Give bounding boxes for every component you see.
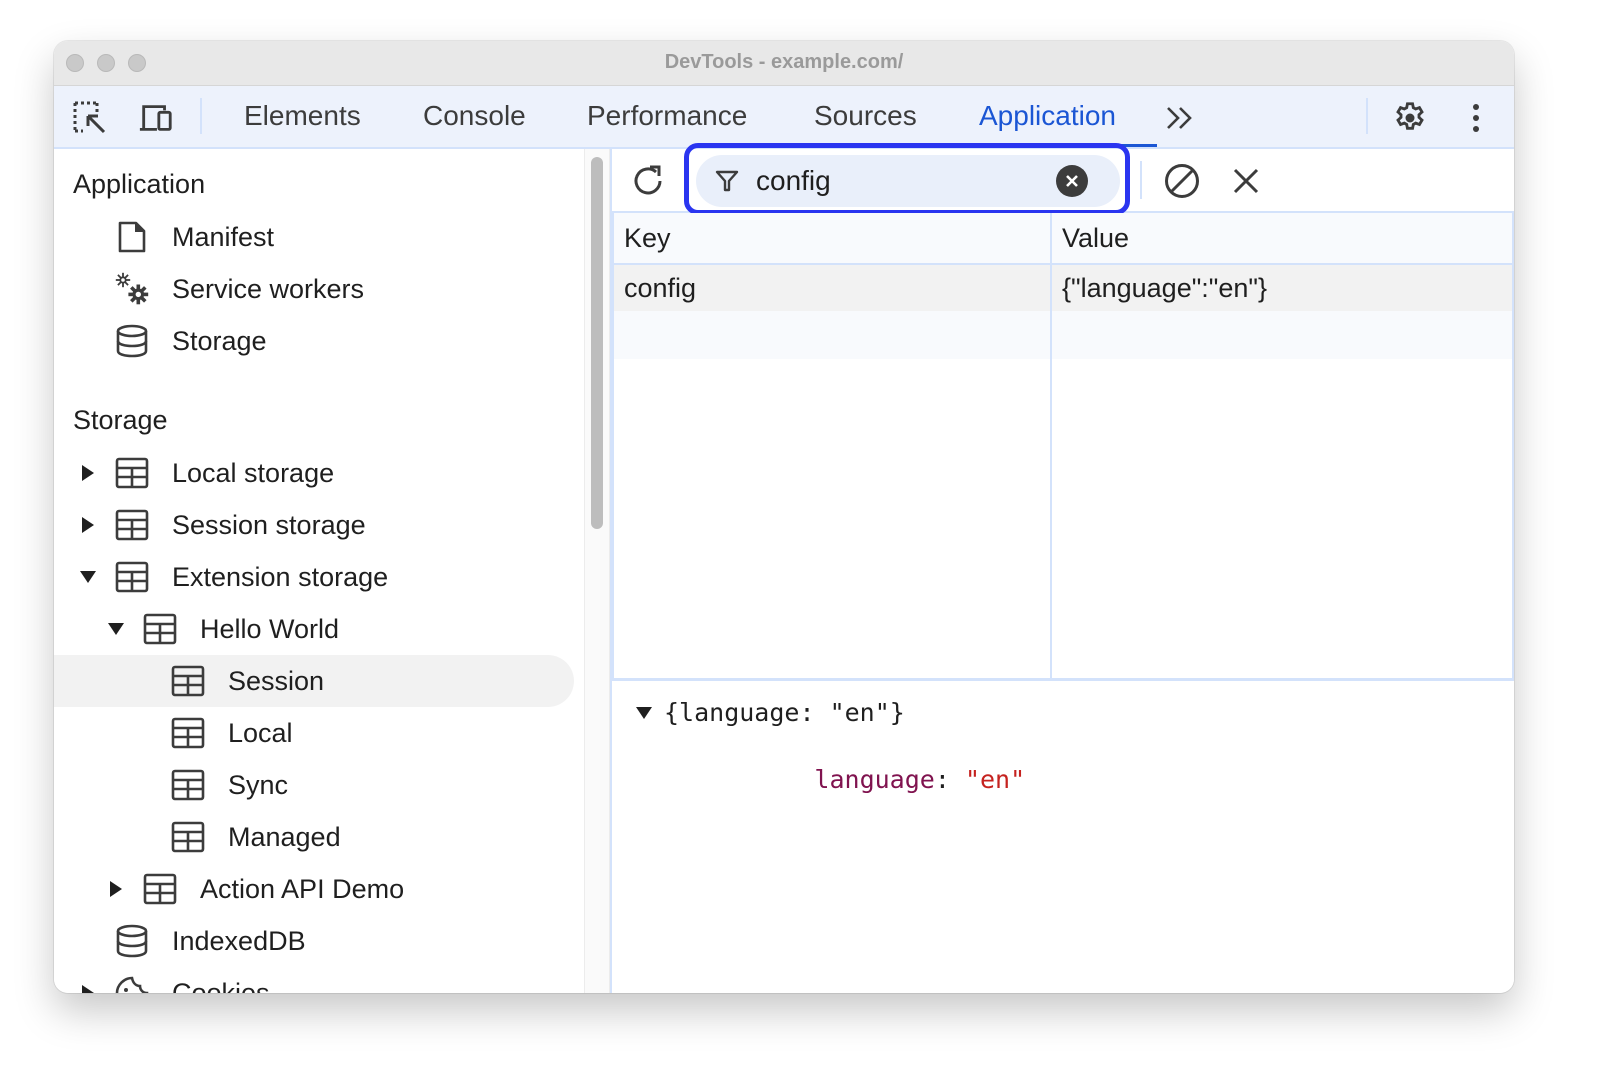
property-value: "en" bbox=[964, 765, 1026, 794]
expanded-triangle-icon[interactable] bbox=[79, 568, 97, 586]
collapsed-triangle-icon[interactable] bbox=[79, 464, 97, 482]
sidebar-item-service-workers[interactable]: Service workers bbox=[54, 263, 574, 315]
table-icon bbox=[170, 715, 206, 751]
sidebar-item-local[interactable]: Local bbox=[54, 707, 574, 759]
storage-view: Key Value config {"language":"en"} {lang… bbox=[610, 143, 1514, 993]
close-icon[interactable] bbox=[1226, 161, 1266, 201]
preview-summary: {language: "en"} bbox=[664, 698, 905, 727]
filter-input[interactable] bbox=[756, 163, 1056, 199]
kebab-menu-icon[interactable] bbox=[1458, 100, 1494, 136]
select-element-icon[interactable] bbox=[72, 100, 108, 136]
sidebar-item-label: Local storage bbox=[172, 457, 335, 488]
table-icon bbox=[142, 871, 178, 907]
sidebar-item-label: Manifest bbox=[172, 221, 275, 252]
sidebar-item-indexeddb[interactable]: IndexedDB bbox=[54, 915, 574, 967]
sidebar-item-action-api-demo[interactable]: Action API Demo bbox=[54, 863, 574, 915]
sidebar-item-label: Service workers bbox=[172, 273, 365, 304]
sidebar-heading-application: Application bbox=[73, 169, 206, 199]
value-preview: {language: "en"} language: "en" bbox=[612, 684, 1514, 993]
sidebar-item-label: Session bbox=[228, 665, 325, 696]
sidebar-item-session[interactable]: Session bbox=[54, 655, 574, 707]
tab-application[interactable]: Application bbox=[979, 100, 1116, 132]
expand-triangle-icon[interactable] bbox=[634, 705, 654, 721]
collapsed-triangle-icon[interactable] bbox=[79, 516, 97, 534]
sidebar-scrollbar[interactable] bbox=[584, 149, 610, 993]
sidebar-item-label: Local bbox=[228, 717, 293, 748]
sidebar-item-hello-world[interactable]: Hello World bbox=[54, 603, 574, 655]
table-icon bbox=[170, 767, 206, 803]
sidebar-item-session-storage[interactable]: Session storage bbox=[54, 499, 574, 551]
table-row-empty[interactable] bbox=[614, 311, 1512, 359]
collapsed-triangle-icon[interactable] bbox=[107, 880, 125, 898]
tab-performance[interactable]: Performance bbox=[587, 100, 747, 132]
table-icon bbox=[142, 611, 178, 647]
filter-box bbox=[696, 155, 1120, 207]
title-bar: DevTools - example.com/ bbox=[54, 41, 1514, 86]
sidebar-item-managed[interactable]: Managed bbox=[54, 811, 574, 863]
sidebar-item-label: Managed bbox=[228, 821, 341, 852]
application-sidebar: Application Manifest Service workers Sto… bbox=[54, 149, 584, 993]
sidebar-item-local-storage[interactable]: Local storage bbox=[54, 447, 574, 499]
sidebar-item-label: Sync bbox=[228, 769, 289, 800]
tab-elements[interactable]: Elements bbox=[244, 100, 361, 132]
property-separator: : bbox=[934, 765, 965, 794]
main-toolbar: Elements Console Performance Sources App… bbox=[54, 86, 1514, 149]
window-title: DevTools - example.com/ bbox=[664, 51, 904, 73]
cell-value[interactable]: {"language":"en"} bbox=[1062, 273, 1267, 304]
chevron-double-right-icon[interactable] bbox=[1162, 100, 1198, 136]
preview-object[interactable]: {language: "en"} bbox=[634, 698, 905, 727]
column-divider[interactable] bbox=[1050, 213, 1052, 678]
table-icon bbox=[114, 507, 150, 543]
grid-header: Key Value bbox=[614, 213, 1512, 265]
sidebar-item-storage-overview[interactable]: Storage bbox=[54, 315, 574, 367]
sidebar-item-cookies[interactable]: Cookies bbox=[54, 967, 574, 993]
sidebar-item-manifest[interactable]: Manifest bbox=[54, 211, 574, 263]
gear-icon[interactable] bbox=[1392, 100, 1428, 136]
table-icon bbox=[170, 819, 206, 855]
table-icon bbox=[114, 455, 150, 491]
sidebar-heading-storage: Storage bbox=[73, 405, 168, 435]
cookie-icon bbox=[114, 975, 150, 993]
sidebar-item-label: Action API Demo bbox=[200, 873, 405, 904]
cell-key[interactable]: config bbox=[624, 273, 696, 304]
refresh-icon[interactable] bbox=[628, 161, 668, 201]
preview-property: language: "en" bbox=[694, 736, 1025, 823]
storage-data-grid: Key Value config {"language":"en"} bbox=[612, 213, 1514, 681]
sidebar-item-label: Hello World bbox=[200, 613, 340, 644]
sidebar-item-label: Storage bbox=[172, 325, 267, 356]
property-key: language bbox=[814, 765, 935, 794]
sidebar-item-sync[interactable]: Sync bbox=[54, 759, 574, 811]
gears-icon bbox=[114, 271, 150, 307]
sidebar-item-label: IndexedDB bbox=[172, 925, 306, 956]
database-icon bbox=[114, 323, 150, 359]
block-icon[interactable] bbox=[1162, 161, 1202, 201]
database-icon bbox=[114, 923, 150, 959]
clear-circle-icon[interactable] bbox=[1056, 165, 1088, 197]
collapsed-triangle-icon[interactable] bbox=[79, 984, 97, 993]
column-header-value[interactable]: Value bbox=[1062, 223, 1129, 254]
sidebar-item-label: Extension storage bbox=[172, 561, 389, 592]
filter-icon bbox=[715, 170, 739, 192]
document-icon bbox=[114, 219, 150, 255]
devtools-window: DevTools - example.com/ Elements Console… bbox=[54, 41, 1514, 993]
storage-toolbar bbox=[612, 143, 1514, 215]
sidebar-item-label: Session storage bbox=[172, 509, 366, 540]
table-row[interactable]: config {"language":"en"} bbox=[614, 265, 1512, 311]
sidebar-item-label: Cookies bbox=[172, 977, 270, 994]
tab-sources[interactable]: Sources bbox=[814, 100, 917, 132]
table-icon bbox=[170, 663, 206, 699]
sidebar-scrollbar-thumb[interactable] bbox=[591, 157, 603, 529]
sidebar-item-extension-storage[interactable]: Extension storage bbox=[54, 551, 574, 603]
expanded-triangle-icon[interactable] bbox=[107, 620, 125, 638]
column-header-key[interactable]: Key bbox=[624, 223, 671, 254]
tab-console[interactable]: Console bbox=[423, 100, 526, 132]
table-icon bbox=[114, 559, 150, 595]
device-toolbar-icon[interactable] bbox=[138, 100, 174, 136]
